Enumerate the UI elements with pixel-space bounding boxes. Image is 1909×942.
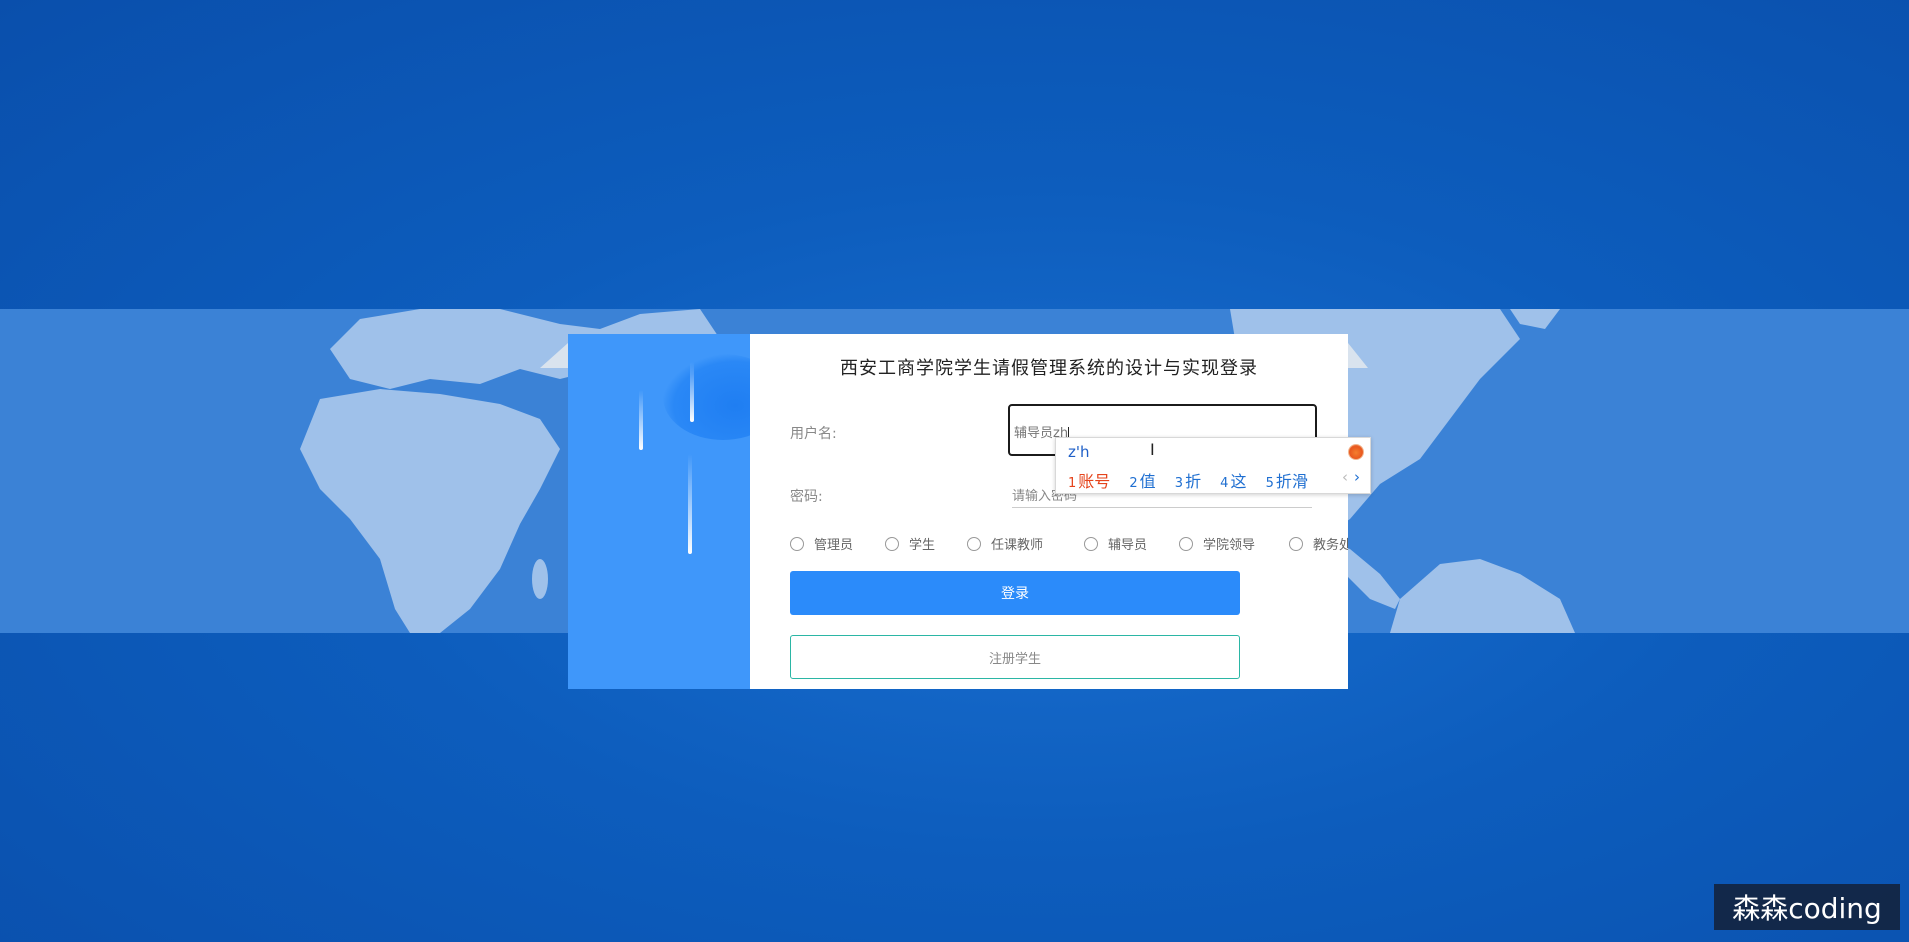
decoration-streak bbox=[690, 362, 694, 422]
page-title: 西安工商学院学生请假管理系统的设计与实现登录 bbox=[840, 358, 1258, 379]
username-label: 用户名: bbox=[790, 426, 837, 442]
ime-prev-page-icon[interactable]: ‹ bbox=[1342, 468, 1348, 486]
password-label: 密码: bbox=[790, 489, 823, 505]
role-option-college-leader[interactable]: 学院领导 bbox=[1179, 534, 1255, 553]
register-student-button[interactable]: 注册学生 bbox=[790, 635, 1240, 679]
role-option-student[interactable]: 学生 bbox=[885, 534, 935, 553]
text-cursor-icon: I bbox=[1150, 440, 1155, 459]
decoration-blob bbox=[663, 354, 750, 440]
ime-candidate[interactable]: 4这 bbox=[1220, 468, 1246, 492]
ime-candidate[interactable]: 5 折滑 bbox=[1266, 468, 1308, 492]
card-fold-left bbox=[540, 343, 568, 368]
ime-pager: ‹ › bbox=[1342, 468, 1360, 486]
radio-icon[interactable] bbox=[1179, 536, 1193, 551]
role-option-counselor[interactable]: 辅导员 bbox=[1084, 534, 1147, 553]
radio-icon[interactable] bbox=[1289, 536, 1303, 551]
login-card: 西安工商学院学生请假管理系统的设计与实现登录 用户名: 辅导员zh 密码: 请输… bbox=[568, 334, 1348, 689]
ime-candidate-list: 1 账号 2值 3折 4这 5 折滑 bbox=[1068, 468, 1322, 492]
role-option-academic-office[interactable]: 教务处 bbox=[1289, 534, 1348, 553]
radio-icon[interactable] bbox=[790, 536, 804, 551]
radio-icon[interactable] bbox=[967, 536, 981, 551]
decoration-streak bbox=[688, 454, 692, 554]
login-button[interactable]: 登录 bbox=[790, 571, 1240, 615]
ime-candidate[interactable]: 2值 bbox=[1129, 468, 1155, 492]
radio-icon[interactable] bbox=[885, 536, 899, 551]
decoration-streak bbox=[639, 390, 643, 450]
ime-candidate[interactable]: 1 账号 bbox=[1068, 468, 1110, 492]
card-fold-right bbox=[1348, 343, 1368, 368]
role-option-admin[interactable]: 管理员 bbox=[790, 534, 853, 553]
radio-icon[interactable] bbox=[1084, 536, 1098, 551]
role-radio-group: 管理员 学生 任课教师 辅导员 学院领导 教务处 bbox=[790, 534, 1348, 554]
role-option-teacher[interactable]: 任课教师 bbox=[967, 534, 1043, 553]
ime-composition-text: z'h bbox=[1068, 443, 1090, 461]
card-decoration-panel bbox=[568, 334, 750, 689]
ime-next-page-icon[interactable]: › bbox=[1354, 468, 1360, 486]
ime-candidate-window: z'h 1 账号 2值 3折 4这 5 折滑 ‹ › bbox=[1055, 437, 1371, 494]
sogou-ime-icon[interactable] bbox=[1348, 444, 1364, 460]
ime-candidate[interactable]: 3折 bbox=[1175, 468, 1201, 492]
watermark: 森森coding bbox=[1714, 884, 1900, 930]
